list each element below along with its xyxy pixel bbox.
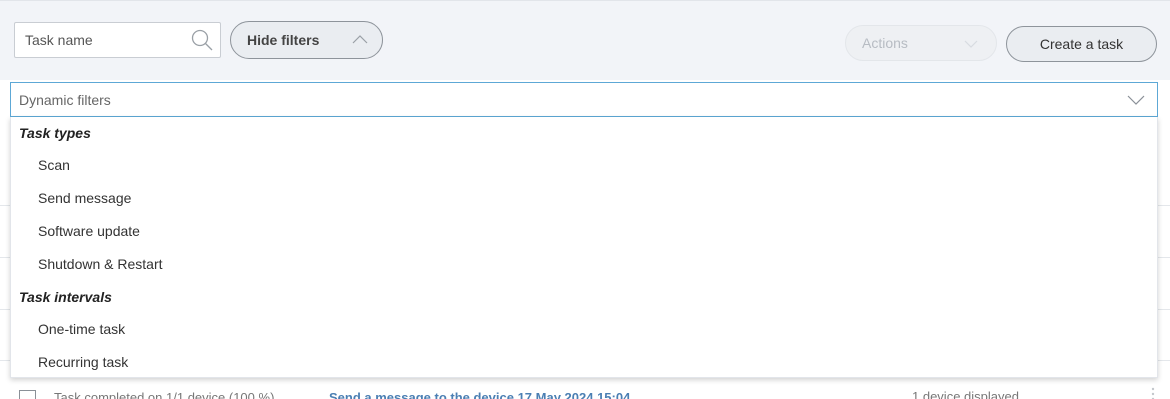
more-options-icon[interactable]: [1150, 386, 1156, 399]
create-task-label: Create a task: [1039, 36, 1124, 52]
option-shutdown-restart[interactable]: Shutdown & Restart: [11, 248, 1157, 281]
search-input[interactable]: [15, 23, 185, 57]
group-task-intervals: Task intervals: [19, 289, 112, 305]
dynamic-filters-placeholder: Dynamic filters: [19, 91, 111, 108]
option-recurring-task[interactable]: Recurring task: [11, 346, 1157, 379]
chevron-down-icon: [964, 40, 978, 48]
actions-label: Actions: [862, 35, 908, 51]
task-name-search[interactable]: [14, 22, 221, 58]
task-status: Task completed on 1/1 device (100 %): [54, 390, 275, 399]
option-scan[interactable]: Scan: [11, 149, 1157, 182]
table-row[interactable]: Task completed on 1/1 device (100 %) Sen…: [0, 378, 1170, 399]
actions-button[interactable]: Actions: [845, 25, 997, 61]
option-software-update[interactable]: Software update: [11, 215, 1157, 248]
create-task-button[interactable]: Create a task: [1006, 26, 1157, 62]
chevron-down-icon: [1127, 95, 1145, 105]
toolbar: Hide filters Actions Create a task: [0, 0, 1170, 80]
hide-filters-button[interactable]: Hide filters: [230, 21, 383, 59]
chevron-up-icon: [352, 35, 368, 44]
task-name-link[interactable]: Send a message to the device 17 May 2024…: [329, 390, 630, 399]
hide-filters-label: Hide filters: [247, 32, 320, 48]
option-one-time-task[interactable]: One-time task: [11, 313, 1157, 346]
option-send-message[interactable]: Send message: [11, 182, 1157, 215]
dynamic-filters-select[interactable]: Dynamic filters: [10, 82, 1158, 117]
device-count: 1 device displayed: [912, 389, 1019, 399]
group-task-types: Task types: [19, 125, 91, 141]
row-checkbox[interactable]: [19, 390, 36, 399]
dynamic-filters-dropdown: Task types Scan Send message Software up…: [10, 117, 1158, 378]
search-icon[interactable]: [190, 28, 214, 52]
